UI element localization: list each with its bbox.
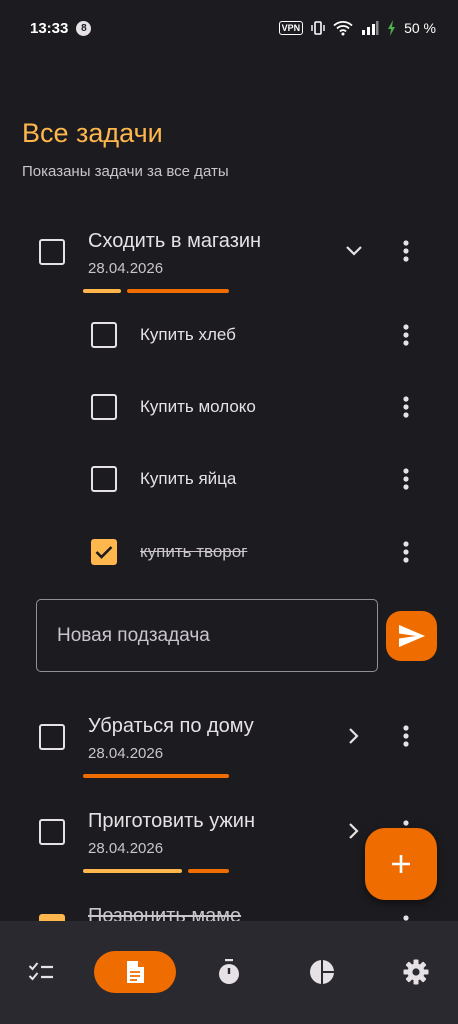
- subtask-checkbox[interactable]: [91, 466, 117, 492]
- more-vert-icon[interactable]: [394, 912, 418, 921]
- nav-item-timer[interactable]: [208, 951, 250, 993]
- bottom-navigation: [0, 921, 458, 1024]
- task-tag-bar: [83, 869, 182, 873]
- subtask-item[interactable]: Купить яйца: [0, 454, 458, 504]
- wifi-icon: [333, 21, 353, 36]
- vibrate-icon: [311, 21, 325, 35]
- more-vert-icon[interactable]: [394, 237, 418, 265]
- task-item[interactable]: Убраться по дому 28.04.2026: [0, 707, 458, 787]
- subtask-item[interactable]: купить творог: [0, 527, 458, 577]
- task-tag-bar: [83, 774, 229, 778]
- pie-chart-icon: [310, 960, 334, 984]
- subtask-checkbox[interactable]: [91, 539, 117, 565]
- battery-level: 50 %: [404, 20, 436, 36]
- subtask-title: купить творог: [140, 542, 248, 561]
- more-vert-icon[interactable]: [394, 393, 418, 421]
- subtask-checkbox[interactable]: [91, 394, 117, 420]
- subtask-title: Купить яйца: [140, 469, 237, 488]
- subtask-item[interactable]: Купить молоко: [0, 382, 458, 432]
- task-title: Позвонить маме: [88, 905, 242, 921]
- timer-icon: [219, 959, 239, 984]
- collapse-chevron-icon[interactable]: [342, 239, 366, 263]
- nav-item-stats[interactable]: [301, 951, 343, 993]
- status-time: 13:33: [30, 19, 69, 37]
- nav-item-tasks[interactable]: [20, 951, 62, 993]
- send-subtask-button[interactable]: [386, 611, 437, 661]
- task-item[interactable]: Сходить в магазин 28.04.2026: [0, 222, 458, 302]
- task-tag-bar: [83, 289, 121, 293]
- add-task-button[interactable]: [365, 828, 437, 900]
- task-tag-bar: [188, 869, 229, 873]
- new-subtask-input[interactable]: [36, 599, 378, 672]
- task-title: Сходить в магазин: [88, 230, 262, 252]
- expand-chevron-icon[interactable]: [342, 819, 366, 843]
- page-subtitle: Показаны задачи за все даты: [22, 163, 229, 180]
- task-title: Убраться по дому: [88, 715, 254, 737]
- status-left: 13:33 8: [30, 19, 92, 37]
- more-vert-icon[interactable]: [394, 465, 418, 493]
- nav-item-settings[interactable]: [395, 951, 437, 993]
- task-date: 28.04.2026: [88, 260, 164, 277]
- send-icon: [398, 625, 425, 647]
- battery-charging-icon: [388, 20, 396, 36]
- task-checkbox[interactable]: [39, 239, 65, 265]
- gear-icon: [403, 959, 429, 985]
- subtask-item[interactable]: Купить хлеб: [0, 310, 458, 360]
- task-checkbox[interactable]: [39, 819, 65, 845]
- check-icon: [95, 546, 113, 559]
- more-vert-icon[interactable]: [394, 722, 418, 750]
- signal-icon: [362, 21, 379, 35]
- subtask-checkbox[interactable]: [91, 322, 117, 348]
- checklist-icon: [28, 962, 53, 981]
- status-right: VPN 50 %: [278, 20, 436, 36]
- more-vert-icon[interactable]: [394, 538, 418, 566]
- subtask-title: Купить молоко: [140, 397, 256, 416]
- nav-item-all-tasks[interactable]: [94, 951, 176, 993]
- subtask-title: Купить хлеб: [140, 325, 236, 344]
- task-date: 28.04.2026: [88, 745, 164, 762]
- task-tag-bar: [127, 289, 229, 293]
- more-vert-icon[interactable]: [394, 321, 418, 349]
- task-item[interactable]: Позвонить маме: [0, 897, 458, 921]
- vpn-indicator: VPN: [278, 21, 304, 35]
- task-checkbox[interactable]: [39, 724, 65, 750]
- page-title: Все задачи: [22, 118, 163, 148]
- notification-badge: 8: [76, 20, 92, 36]
- document-icon: [127, 961, 144, 983]
- plus-icon: [392, 855, 410, 873]
- task-date: 28.04.2026: [88, 840, 164, 857]
- task-title: Приготовить ужин: [88, 810, 256, 832]
- expand-chevron-icon[interactable]: [342, 724, 366, 748]
- status-bar: 13:33 8 VPN 50 %: [0, 0, 458, 56]
- task-checkbox[interactable]: [39, 914, 65, 921]
